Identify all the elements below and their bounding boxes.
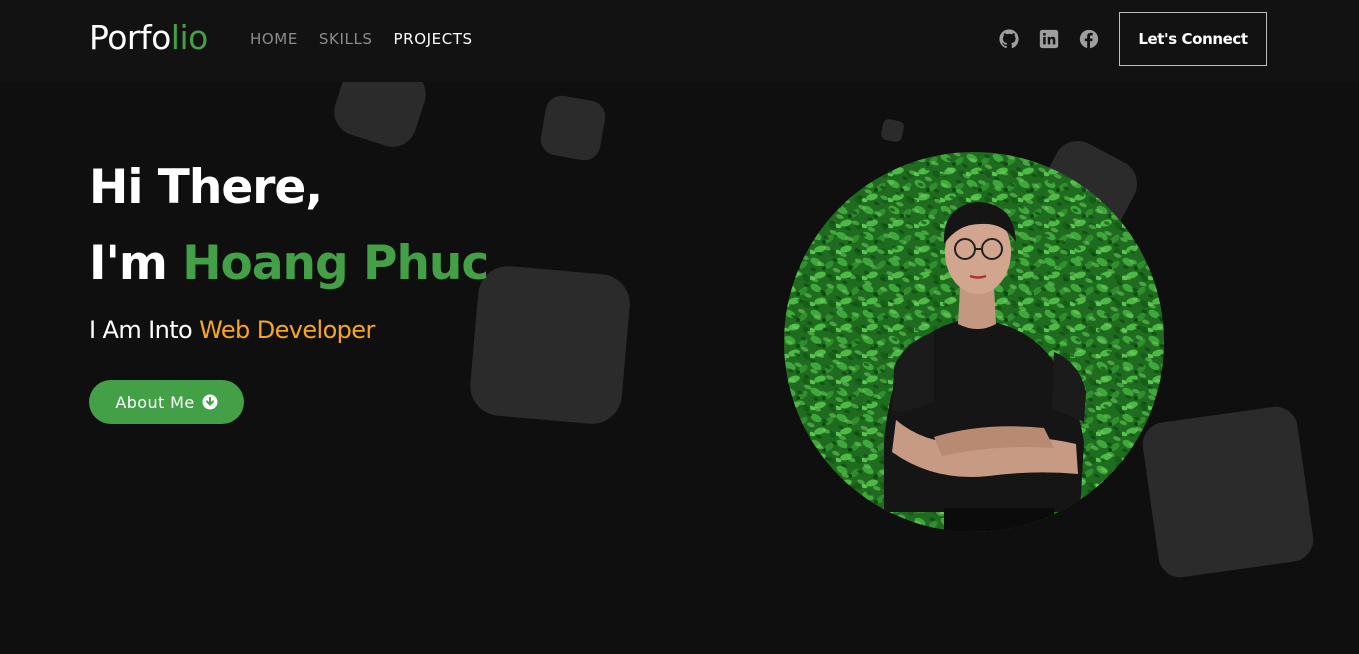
facebook-icon[interactable] [1079, 29, 1099, 49]
linkedin-icon[interactable] [1039, 29, 1059, 49]
decor-square [538, 93, 608, 163]
lets-connect-button[interactable]: Let's Connect [1119, 12, 1267, 66]
hero-subtitle: I Am Into Web Developer [89, 314, 375, 346]
decor-square [1139, 403, 1317, 581]
arrow-circle-down-icon [202, 394, 218, 410]
hero-greeting: Hi There, [89, 160, 323, 215]
hero-name: Hoang Phuc [182, 236, 489, 291]
hero-role: Web Developer [199, 316, 375, 344]
hero-intro-prefix: I'm [89, 236, 183, 291]
hero-intro: I'm Hoang Phuc [89, 236, 489, 292]
decor-square [880, 118, 905, 143]
logo-part-white: Porfo [89, 18, 171, 57]
nav-link-home[interactable]: HOME [250, 30, 298, 48]
nav-links: HOME SKILLS PROJECTS [250, 30, 473, 48]
profile-avatar [784, 152, 1164, 532]
nav-link-projects[interactable]: PROJECTS [394, 30, 473, 48]
navbar: Porfolio HOME SKILLS PROJECTS Let's Conn… [0, 0, 1359, 82]
hero-sub-prefix: I Am Into [89, 316, 200, 344]
portfolio-page: Porfolio HOME SKILLS PROJECTS Let's Conn… [0, 0, 1359, 654]
logo-part-green: lio [170, 18, 209, 57]
decor-square [467, 263, 633, 427]
github-icon[interactable] [999, 29, 1019, 49]
about-me-label: About Me [115, 392, 195, 412]
logo[interactable]: Porfolio [89, 19, 208, 57]
nav-link-skills[interactable]: SKILLS [319, 30, 373, 48]
about-me-button[interactable]: About Me [89, 380, 244, 424]
